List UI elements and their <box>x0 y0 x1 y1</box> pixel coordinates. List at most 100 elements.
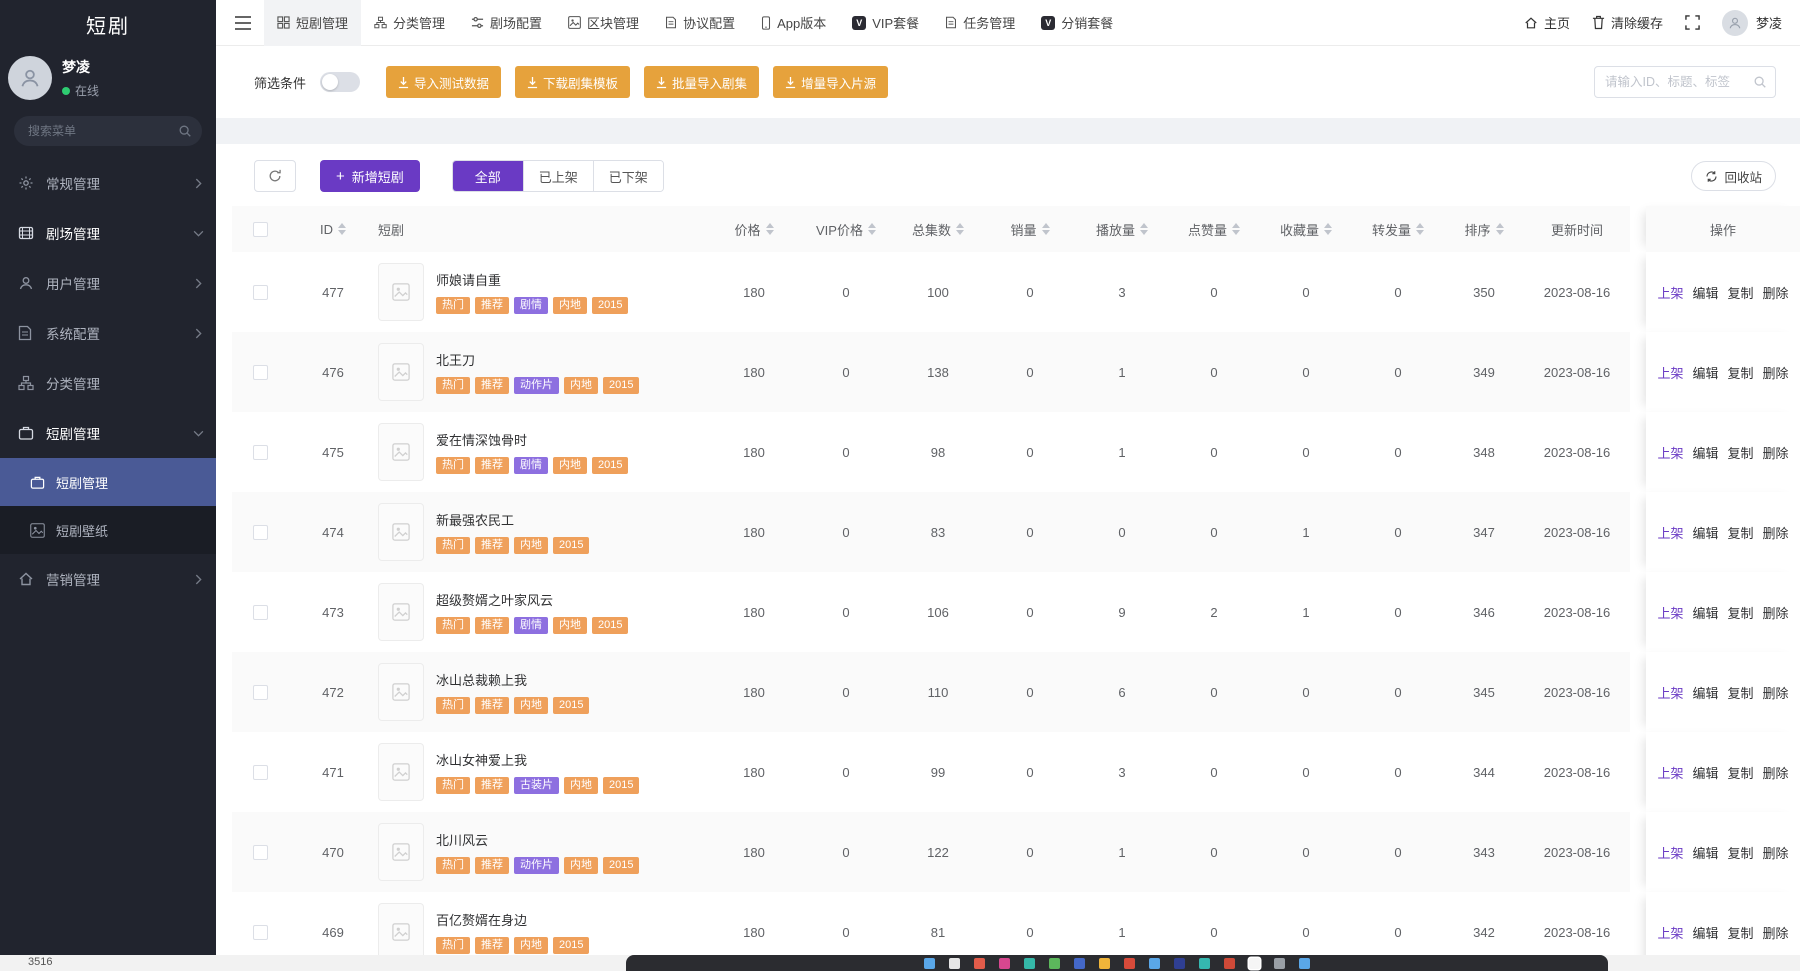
sort-icon[interactable] <box>1416 223 1424 235</box>
publish-link[interactable]: 上架 <box>1657 523 1683 542</box>
taskbar-app-icon[interactable] <box>949 958 960 969</box>
taskbar-app-icon[interactable] <box>1024 958 1035 969</box>
copy-link[interactable]: 复制 <box>1728 603 1754 622</box>
tab-task-manage[interactable]: 任务管理 <box>932 0 1028 46</box>
copy-link[interactable]: 复制 <box>1728 443 1754 462</box>
copy-link[interactable]: 复制 <box>1728 283 1754 302</box>
taskbar-app-icon[interactable] <box>924 958 935 969</box>
sort-icon[interactable] <box>1324 223 1332 235</box>
batch-import-button[interactable]: 批量导入剧集 <box>644 66 759 98</box>
select-all-checkbox[interactable] <box>232 222 288 237</box>
edit-link[interactable]: 编辑 <box>1692 443 1718 462</box>
refresh-button[interactable] <box>254 160 296 192</box>
sort-icon[interactable] <box>868 223 876 235</box>
tab-category-manage[interactable]: 分类管理 <box>361 0 458 46</box>
tab-distribution-package[interactable]: V 分销套餐 <box>1028 0 1126 46</box>
edit-link[interactable]: 编辑 <box>1692 843 1718 862</box>
sidebar-item-marketing[interactable]: 营销管理 <box>0 554 216 604</box>
row-checkbox[interactable] <box>232 445 288 460</box>
scrollbar-gap[interactable] <box>1630 206 1646 252</box>
copy-link[interactable]: 复制 <box>1728 683 1754 702</box>
taskbar-app-icon[interactable] <box>1074 958 1085 969</box>
sidebar-subitem-drama-manage[interactable]: 短剧管理 <box>0 458 216 506</box>
row-checkbox[interactable] <box>232 685 288 700</box>
taskbar-app-icon[interactable] <box>1199 958 1210 969</box>
delete-link[interactable]: 删除 <box>1763 603 1789 622</box>
tab-drama-manage[interactable]: 短剧管理 <box>264 0 361 46</box>
row-checkbox[interactable] <box>232 285 288 300</box>
sidebar-item-category[interactable]: 分类管理 <box>0 358 216 408</box>
publish-link[interactable]: 上架 <box>1657 683 1683 702</box>
row-checkbox[interactable] <box>232 525 288 540</box>
row-checkbox[interactable] <box>232 925 288 940</box>
delete-link[interactable]: 删除 <box>1763 843 1789 862</box>
import-test-data-button[interactable]: 导入测试数据 <box>386 66 501 98</box>
copy-link[interactable]: 复制 <box>1728 923 1754 942</box>
scrollbar-gap[interactable] <box>1630 412 1646 492</box>
publish-link[interactable]: 上架 <box>1657 443 1683 462</box>
sort-icon[interactable] <box>1140 223 1148 235</box>
scrollbar-gap[interactable] <box>1630 492 1646 572</box>
fullscreen-button[interactable] <box>1685 15 1700 30</box>
scrollbar-gap[interactable] <box>1630 812 1646 892</box>
publish-link[interactable]: 上架 <box>1657 603 1683 622</box>
scrollbar-gap[interactable] <box>1630 332 1646 412</box>
sort-icon[interactable] <box>338 223 346 235</box>
taskbar-app-icon[interactable] <box>1149 958 1160 969</box>
delete-link[interactable]: 删除 <box>1763 443 1789 462</box>
sidebar-item-drama[interactable]: 短剧管理 <box>0 408 216 458</box>
copy-link[interactable]: 复制 <box>1728 763 1754 782</box>
taskbar-app-icon[interactable] <box>1124 958 1135 969</box>
scrollbar-gap[interactable] <box>1630 892 1646 955</box>
sort-icon[interactable] <box>1042 223 1050 235</box>
publish-link[interactable]: 上架 <box>1657 843 1683 862</box>
sidebar-item-users[interactable]: 用户管理 <box>0 258 216 308</box>
taskbar-app-icon[interactable] <box>1299 958 1310 969</box>
sort-icon[interactable] <box>956 223 964 235</box>
copy-link[interactable]: 复制 <box>1728 363 1754 382</box>
edit-link[interactable]: 编辑 <box>1692 603 1718 622</box>
taskbar-app-icon[interactable] <box>1099 958 1110 969</box>
taskbar-app-icon[interactable] <box>1274 958 1285 969</box>
delete-link[interactable]: 删除 <box>1763 683 1789 702</box>
edit-link[interactable]: 编辑 <box>1692 363 1718 382</box>
delete-link[interactable]: 删除 <box>1763 923 1789 942</box>
edit-link[interactable]: 编辑 <box>1692 523 1718 542</box>
clear-cache-link[interactable]: 清除缓存 <box>1592 13 1663 32</box>
recycle-bin-button[interactable]: 回收站 <box>1691 161 1776 191</box>
taskbar-app-icon[interactable] <box>1249 958 1260 969</box>
sort-icon[interactable] <box>1496 223 1504 235</box>
tab-app-version[interactable]: App版本 <box>748 0 839 46</box>
delete-link[interactable]: 删除 <box>1763 283 1789 302</box>
sidebar-item-theater[interactable]: 剧场管理 <box>0 208 216 258</box>
edit-link[interactable]: 编辑 <box>1692 763 1718 782</box>
edit-link[interactable]: 编辑 <box>1692 283 1718 302</box>
row-checkbox[interactable] <box>232 765 288 780</box>
edit-link[interactable]: 编辑 <box>1692 683 1718 702</box>
delete-link[interactable]: 删除 <box>1763 363 1789 382</box>
taskbar-app-icon[interactable] <box>974 958 985 969</box>
filter-toggle[interactable] <box>320 72 360 92</box>
tab-protocol-config[interactable]: 协议配置 <box>652 0 748 46</box>
taskbar-app-icon[interactable] <box>1224 958 1235 969</box>
publish-link[interactable]: 上架 <box>1657 283 1683 302</box>
sort-icon[interactable] <box>1232 223 1240 235</box>
tab-block-manage[interactable]: 区块管理 <box>555 0 652 46</box>
tab-all[interactable]: 全部 <box>453 161 523 191</box>
scrollbar-gap[interactable] <box>1630 732 1646 812</box>
tab-vip-package[interactable]: V VIP套餐 <box>839 0 932 46</box>
row-checkbox[interactable] <box>232 365 288 380</box>
home-link[interactable]: 主页 <box>1524 13 1570 32</box>
sidebar-item-system[interactable]: 系统配置 <box>0 308 216 358</box>
incremental-import-button[interactable]: 增量导入片源 <box>773 66 888 98</box>
publish-link[interactable]: 上架 <box>1657 763 1683 782</box>
publish-link[interactable]: 上架 <box>1657 923 1683 942</box>
taskbar-app-icon[interactable] <box>1174 958 1185 969</box>
user-menu[interactable]: 梦凌 <box>1722 10 1782 36</box>
add-drama-button[interactable]: + 新增短剧 <box>320 160 420 192</box>
sidebar-subitem-drama-wallpaper[interactable]: 短剧壁纸 <box>0 506 216 554</box>
taskbar-app-icon[interactable] <box>999 958 1010 969</box>
publish-link[interactable]: 上架 <box>1657 363 1683 382</box>
menu-search-input[interactable] <box>14 116 202 146</box>
delete-link[interactable]: 删除 <box>1763 523 1789 542</box>
